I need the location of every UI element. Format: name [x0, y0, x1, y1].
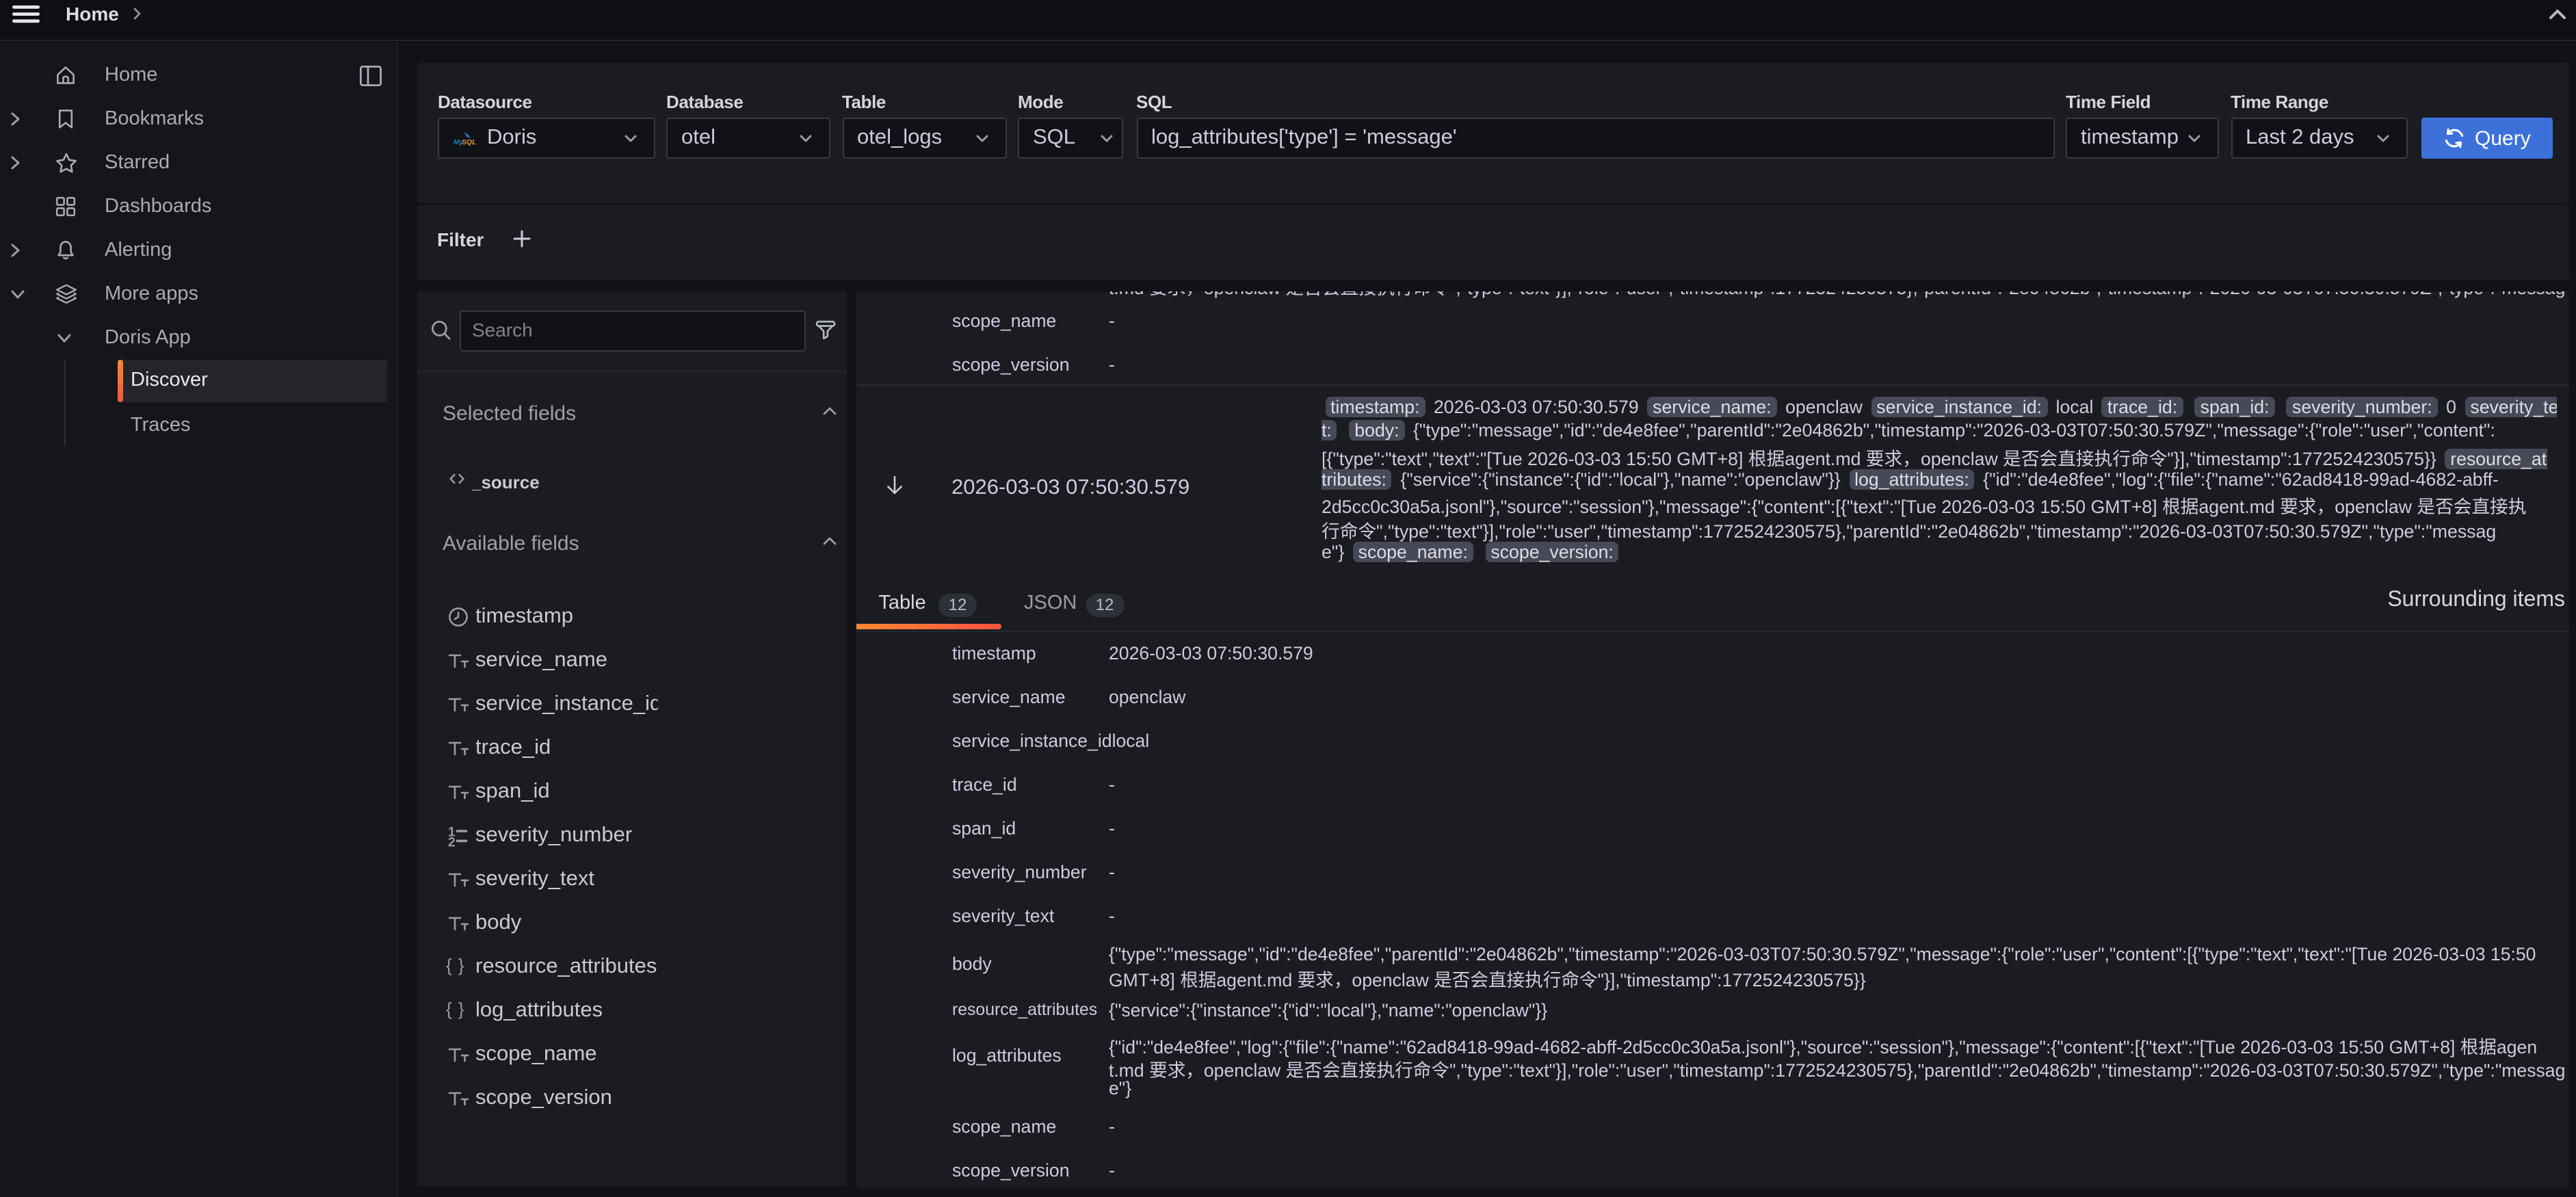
svg-text:2: 2	[448, 835, 456, 846]
svg-text:SQL: SQL	[462, 139, 476, 146]
